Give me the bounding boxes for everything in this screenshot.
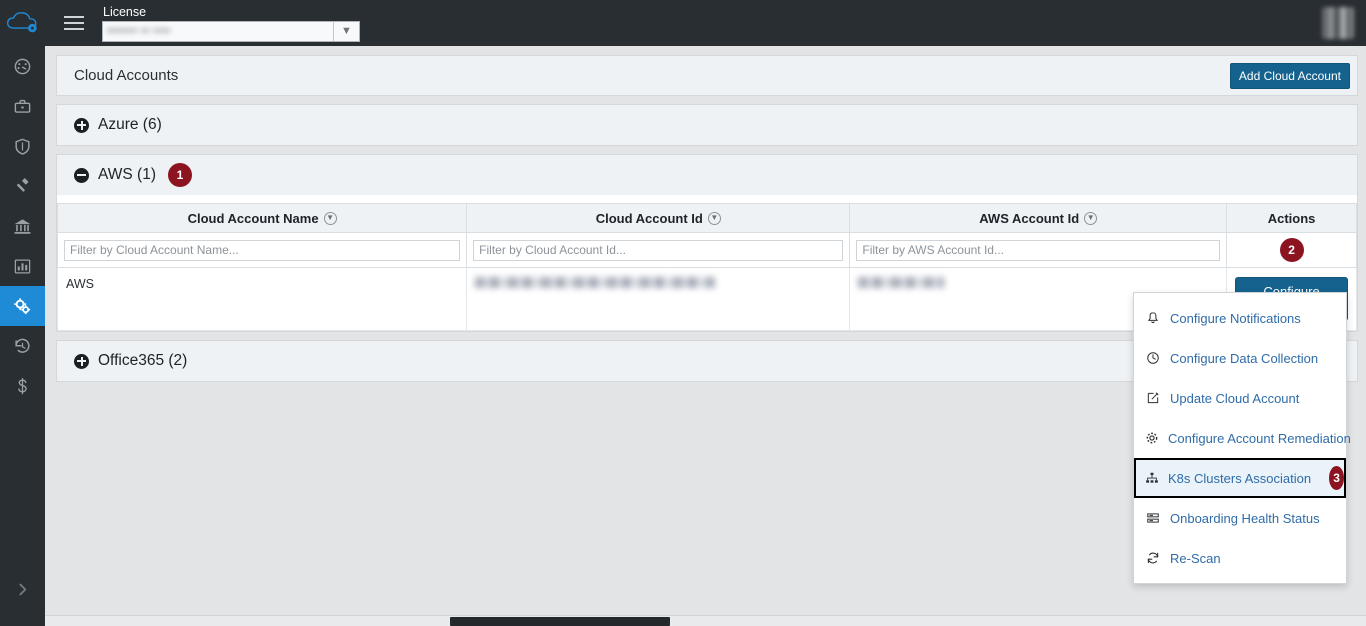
redacted-value	[858, 277, 945, 288]
sidebar-item-cost[interactable]	[0, 366, 45, 406]
add-cloud-account-button[interactable]: Add Cloud Account	[1229, 62, 1350, 89]
gavel-icon	[17, 177, 29, 192]
sidebar-item-dashboard[interactable]	[0, 46, 45, 86]
sidebar-item-assets[interactable]	[0, 86, 45, 126]
top-bar: License ••••••• •• •••• ▼	[0, 0, 1366, 46]
accordion-header-azure[interactable]: Azure (6)	[57, 105, 1357, 145]
column-title: Cloud Account Id	[595, 210, 703, 226]
menu-item-label: Re-Scan	[1170, 550, 1221, 566]
plus-icon	[74, 353, 89, 369]
license-select[interactable]: ••••••• •• •••• ▼	[102, 20, 360, 42]
menu-item-label: Update Cloud Account	[1170, 390, 1300, 406]
accordion-azure: Azure (6)	[56, 104, 1358, 146]
bar-chart-icon	[14, 259, 31, 273]
license-label: License	[103, 4, 147, 19]
horizontal-scrollbar[interactable]	[45, 615, 1366, 626]
accordion-label-aws: AWS (1)	[98, 166, 156, 183]
filter-input-cloud-account-name[interactable]	[64, 239, 461, 261]
menu-item-re-scan[interactable]: Re-Scan	[1134, 538, 1346, 578]
dollar-icon	[18, 377, 27, 394]
column-header-actions: Actions	[1226, 203, 1357, 233]
menu-item-label: Configure Data Collection	[1170, 350, 1319, 366]
history-icon	[15, 338, 30, 353]
filter-cell-aws-account-id	[849, 232, 1228, 268]
chevron-down-circle-icon[interactable]: ▼	[323, 211, 337, 225]
menu-item-update-cloud-account[interactable]: Update Cloud Account	[1134, 378, 1346, 418]
accordion-label-office365: Office365 (2)	[98, 352, 188, 369]
edit-square-icon	[1145, 391, 1161, 405]
gears-icon	[14, 297, 31, 314]
chevron-down-circle-icon[interactable]: ▼	[707, 211, 721, 225]
accordion-header-aws[interactable]: AWS (1) 1	[57, 155, 1357, 195]
step-badge-2: 2	[1279, 238, 1304, 262]
license-selected-value: ••••••• •• ••••	[103, 22, 333, 41]
chevron-down-icon[interactable]: ▼	[333, 21, 359, 41]
menu-item-configure-notifications[interactable]: Configure Notifications	[1134, 298, 1346, 338]
menu-item-configure-account-remediation[interactable]: Configure Account Remediation	[1134, 418, 1351, 458]
scrollbar-thumb[interactable]	[450, 617, 670, 626]
accordion-label-azure: Azure (6)	[98, 116, 162, 133]
redacted-value	[475, 277, 716, 288]
table-header-row: Cloud Account Name ▼ Cloud Account Id ▼	[56, 203, 1357, 233]
menu-item-label: Configure Notifications	[1170, 310, 1301, 326]
column-header-cloud-account-id[interactable]: Cloud Account Id ▼	[466, 203, 851, 233]
menu-item-configure-data-collection[interactable]: Configure Data Collection	[1134, 338, 1346, 378]
column-title: Actions	[1267, 210, 1316, 226]
hamburger-menu-icon[interactable]	[57, 0, 91, 46]
refresh-icon	[1145, 551, 1161, 565]
menu-item-k8s-clusters-association[interactable]: K8s Clusters Association 3	[1134, 458, 1346, 498]
minus-icon	[74, 167, 89, 183]
gauge-icon	[14, 58, 31, 74]
filter-cell-cloud-account-id	[466, 232, 851, 268]
menu-item-label: Configure Account Remediation	[1168, 430, 1351, 446]
briefcase-icon	[14, 99, 31, 113]
cell-cloud-account-id	[466, 267, 851, 331]
bell-icon	[1145, 311, 1161, 325]
column-header-cloud-account-name[interactable]: Cloud Account Name ▼	[56, 203, 468, 233]
sitemap-icon	[1145, 471, 1159, 485]
column-title: AWS Account Id	[979, 210, 1080, 226]
step-badge-3: 3	[1329, 466, 1344, 490]
page-title: Cloud Accounts	[74, 67, 179, 84]
configure-account-dropdown-menu: Configure Notifications Configure Data C…	[1133, 292, 1351, 584]
sidebar-item-reports[interactable]	[0, 246, 45, 286]
bank-icon	[14, 218, 31, 234]
chevron-right-icon	[19, 583, 27, 595]
cell-cloud-account-name: AWS	[56, 267, 468, 331]
filter-input-aws-account-id[interactable]	[856, 239, 1221, 261]
plus-icon	[74, 117, 89, 133]
sidebar-expand-button[interactable]	[0, 574, 45, 604]
filter-input-cloud-account-id[interactable]	[473, 239, 844, 261]
menu-item-label: Onboarding Health Status	[1170, 510, 1320, 526]
chevron-down-circle-icon[interactable]: ▼	[1084, 211, 1098, 225]
sidebar-item-compliance[interactable]	[0, 206, 45, 246]
step-badge-1: 1	[167, 163, 192, 187]
license-value-text: ••••••• •• ••••	[107, 25, 171, 37]
server-list-icon	[1145, 511, 1161, 525]
menu-item-label: K8s Clusters Association	[1168, 470, 1312, 486]
clock-icon	[1145, 351, 1161, 365]
shield-icon	[15, 138, 30, 155]
sidebar-item-settings[interactable]	[0, 286, 45, 326]
column-title: Cloud Account Name	[187, 210, 319, 226]
table-filter-row: 2	[56, 232, 1357, 268]
cloud-gear-logo-icon	[6, 12, 37, 33]
sidebar	[0, 46, 45, 626]
sidebar-item-enforcement[interactable]	[0, 166, 45, 206]
gear-icon	[1145, 431, 1159, 445]
filter-cell-cloud-account-name	[56, 232, 468, 268]
sidebar-item-security[interactable]	[0, 126, 45, 166]
app-logo[interactable]	[0, 0, 45, 46]
license-selector-group: License ••••••• •• •••• ▼	[102, 0, 360, 46]
filter-cell-actions: 2	[1226, 232, 1357, 268]
page-header: Cloud Accounts Add Cloud Account	[56, 55, 1358, 96]
menu-item-onboarding-health-status[interactable]: Onboarding Health Status	[1134, 498, 1346, 538]
avatar[interactable]	[1322, 7, 1354, 39]
sidebar-item-history[interactable]	[0, 326, 45, 366]
column-header-aws-account-id[interactable]: AWS Account Id ▼	[849, 203, 1228, 233]
